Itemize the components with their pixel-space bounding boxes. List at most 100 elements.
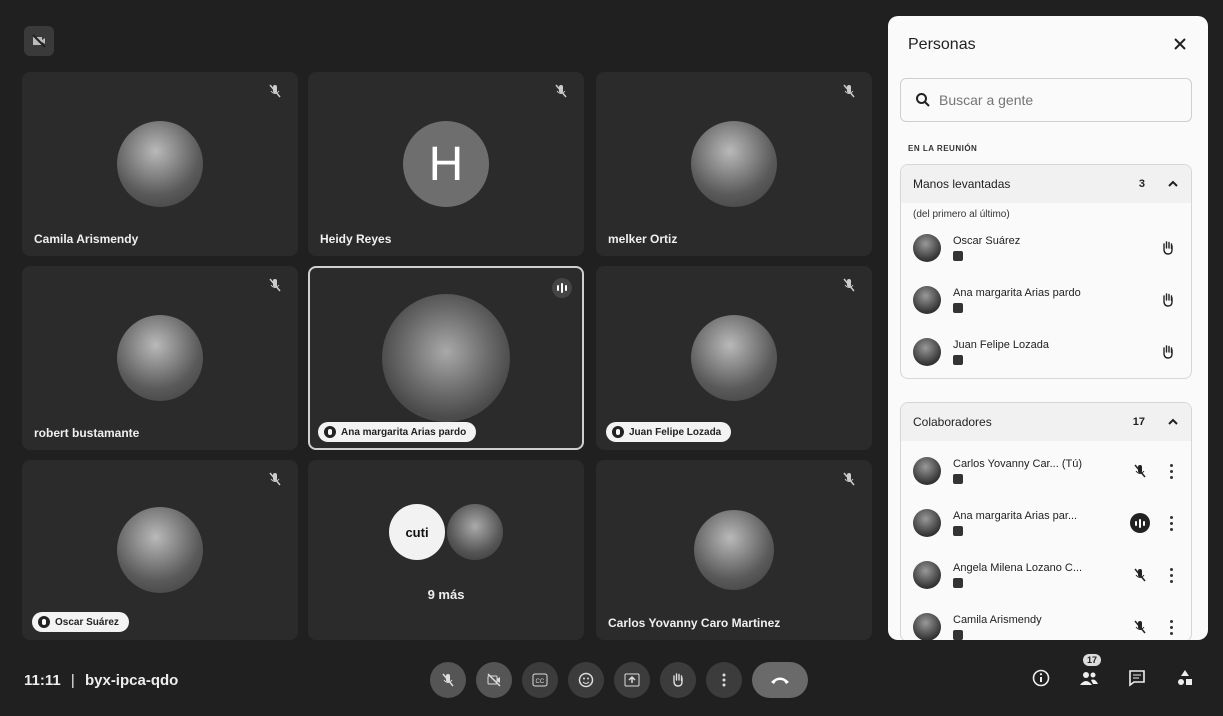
raised-hands-header[interactable]: Manos levantadas 3 [901, 165, 1191, 203]
people-button[interactable]: 17 [1073, 654, 1105, 694]
list-item[interactable]: Oscar Suárez [901, 222, 1191, 274]
mic-off-button[interactable] [430, 662, 466, 698]
logo-avatar: cuti [389, 504, 445, 560]
participant-avatars: cuti [389, 504, 503, 560]
device-icon [953, 630, 963, 640]
collaborators-header[interactable]: Colaboradores 17 [901, 403, 1191, 441]
chevron-up-icon[interactable] [1167, 416, 1179, 428]
participant-tile[interactable]: Camila Arismendy [22, 72, 298, 256]
more-options-icon[interactable] [1163, 564, 1179, 586]
participant-tile[interactable]: robert bustamante [22, 266, 298, 450]
mic-off-icon [843, 278, 855, 292]
camera-off-button[interactable] [476, 662, 512, 698]
group-count: 17 [1132, 416, 1145, 428]
more-count: 9 más [427, 587, 465, 602]
participant-tile[interactable]: Carlos Yovanny Caro Martinez [596, 460, 872, 640]
avatar [694, 510, 774, 590]
hand-icon [673, 673, 683, 687]
avatar [913, 457, 941, 485]
participant-tile[interactable]: Oscar Suárez [22, 460, 298, 640]
list-item[interactable]: Ana margarita Arias pardo [901, 274, 1191, 326]
search-icon [916, 93, 930, 107]
meeting-details-button[interactable] [1025, 662, 1057, 694]
avatar [117, 121, 203, 207]
people-panel: Personas EN LA REUNIÓN Manos levantadas … [888, 16, 1208, 640]
chat-button[interactable] [1121, 662, 1153, 694]
list-item[interactable]: Camila Arismendy [901, 601, 1191, 640]
participant-name: Ana margarita Arias pardo [341, 426, 467, 438]
raised-hand-pill: Ana margarita Arias pardo [318, 422, 477, 442]
activities-icon [1178, 670, 1192, 685]
participant-name: Juan Felipe Lozada [629, 426, 722, 438]
leave-call-button[interactable] [752, 662, 808, 698]
more-participants-tile[interactable]: cuti 9 más [308, 460, 584, 640]
panel-title: Personas [908, 36, 976, 53]
hand-icon[interactable] [1157, 289, 1179, 311]
captions-icon: CC [532, 673, 548, 687]
speaking-indicator-icon [1129, 512, 1151, 534]
mic-off-icon [442, 673, 454, 687]
group-title: Manos levantadas [913, 177, 1011, 191]
avatar [117, 507, 203, 593]
search-field[interactable] [900, 78, 1192, 122]
list-item[interactable]: Carlos Yovanny Car... (Tú) [901, 445, 1191, 497]
more-options-icon[interactable] [1163, 512, 1179, 534]
raised-hand-pill: Oscar Suárez [32, 612, 129, 632]
activities-button[interactable] [1169, 662, 1201, 694]
mic-off-icon [1129, 460, 1151, 482]
mic-off-icon [269, 278, 281, 292]
participant-tile[interactable]: melker Ortiz [596, 72, 872, 256]
person-name: Oscar Suárez [953, 235, 1021, 247]
svg-text:CC: CC [536, 679, 545, 685]
hand-icon[interactable] [1157, 237, 1179, 259]
avatar [691, 121, 777, 207]
call-controls: CC [430, 662, 808, 698]
list-item[interactable]: Ana margarita Arias par... [901, 497, 1191, 549]
participant-name: melker Ortiz [608, 232, 678, 246]
group-subtitle: (del primero al último) [913, 209, 1010, 220]
more-options-button[interactable] [706, 662, 742, 698]
person-name: Juan Felipe Lozada [953, 339, 1050, 351]
separator: | [70, 672, 75, 689]
hand-icon[interactable] [1157, 341, 1179, 363]
person-name: Camila Arismendy [953, 614, 1042, 626]
hand-icon [324, 426, 336, 438]
raise-hand-button[interactable] [660, 662, 696, 698]
emoji-button[interactable] [568, 662, 604, 698]
camera-off-icon [487, 673, 501, 687]
avatar-letter: H [403, 121, 489, 207]
more-options-icon [722, 673, 726, 687]
mic-off-icon [269, 84, 281, 98]
collaborators-group: Colaboradores 17 Carlos Yovanny Car... (… [900, 402, 1192, 640]
avatar [382, 294, 510, 422]
raised-hands-group: Manos levantadas 3 (del primero al últim… [900, 164, 1192, 379]
participant-tile[interactable]: Juan Felipe Lozada [596, 266, 872, 450]
chevron-up-icon[interactable] [1167, 178, 1179, 190]
close-icon[interactable] [1166, 30, 1194, 58]
avatar [913, 338, 941, 366]
present-button[interactable] [614, 662, 650, 698]
list-item[interactable]: Juan Felipe Lozada [901, 326, 1191, 378]
people-icon [1080, 672, 1098, 685]
camera-off-icon[interactable] [24, 26, 54, 56]
participant-tile-active[interactable]: Ana margarita Arias pardo [308, 266, 584, 450]
info-icon [1032, 669, 1050, 687]
chat-icon [1129, 670, 1145, 687]
hand-icon [38, 616, 50, 628]
participant-name: Oscar Suárez [55, 616, 119, 628]
bottom-toolbar: 11:11 | byx-ipca-qdo CC 17 [0, 648, 1223, 716]
group-title: Colaboradores [913, 415, 992, 429]
avatar [913, 509, 941, 537]
participant-tile[interactable]: H Heidy Reyes [308, 72, 584, 256]
hang-up-icon [771, 677, 789, 684]
search-input[interactable] [939, 92, 1169, 108]
more-options-icon[interactable] [1163, 616, 1179, 638]
list-item[interactable]: Angela Milena Lozano C... [901, 549, 1191, 601]
hand-icon [612, 426, 624, 438]
participant-name: Carlos Yovanny Caro Martinez [608, 616, 781, 630]
meeting-time: 11:11 [24, 672, 61, 689]
present-icon [624, 673, 640, 687]
captions-button[interactable]: CC [522, 662, 558, 698]
participant-name: Camila Arismendy [34, 232, 139, 246]
more-options-icon[interactable] [1163, 460, 1179, 482]
